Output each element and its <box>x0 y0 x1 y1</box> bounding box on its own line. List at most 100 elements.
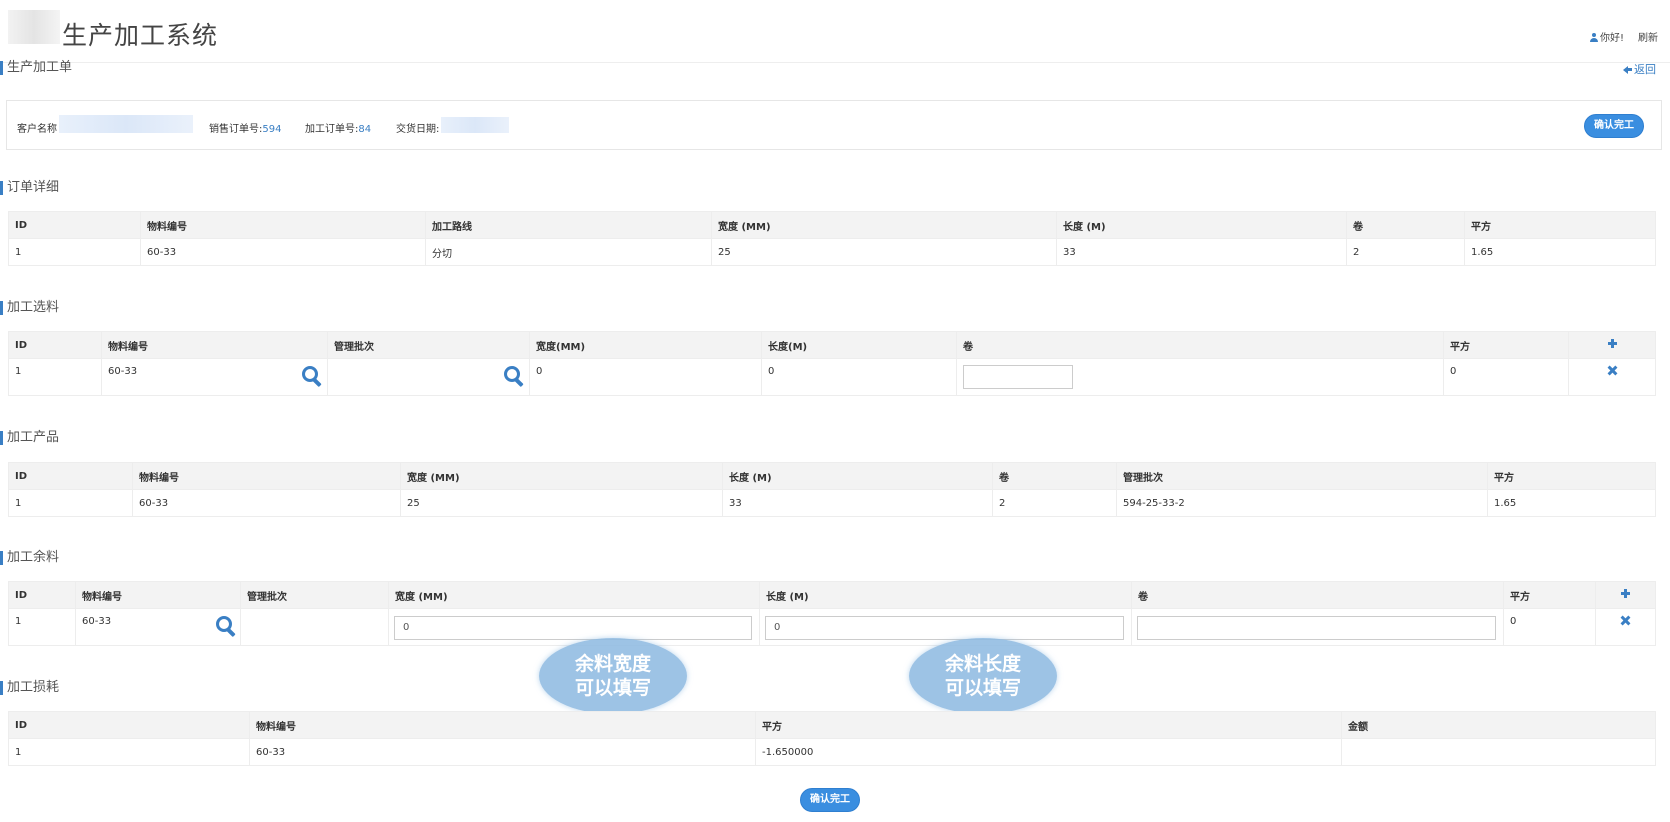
table-row: 1 60-33 -1.650000 <box>8 738 1656 766</box>
table-row: 1 60-33 0 0 0 <box>8 358 1656 396</box>
delivery-date-redacted <box>441 117 509 133</box>
table-header-row: ID 物料编号 平方 金额 <box>8 711 1656 739</box>
col-material: 物料编号 <box>75 581 241 609</box>
col-material: 物料编号 <box>249 711 756 739</box>
user-greeting[interactable]: 你好! <box>1589 29 1624 44</box>
col-material: 物料编号 <box>140 211 426 239</box>
col-rolls: 卷 <box>1346 211 1465 239</box>
add-row-button[interactable] <box>1568 331 1656 359</box>
cell-id: 1 <box>8 608 76 646</box>
delete-row-button[interactable] <box>1595 608 1656 646</box>
callout-text: 余料长度 <box>944 653 1021 675</box>
col-batch: 管理批次 <box>327 331 530 359</box>
callout-text: 可以填写 <box>944 677 1021 699</box>
section-order-detail: 订单详细 <box>0 181 59 195</box>
col-area: 平方 <box>1503 581 1596 609</box>
cell-route: 分切 <box>425 238 712 266</box>
cell-width: 0 <box>529 358 762 396</box>
col-id: ID <box>8 331 102 359</box>
col-width: 宽度 (MM) <box>711 211 1057 239</box>
refresh-link[interactable]: 刷新 <box>1638 29 1658 44</box>
cell-id: 1 <box>8 489 133 517</box>
section-remainder: 加工余料 <box>0 551 59 565</box>
back-link[interactable]: 返回 <box>1623 61 1656 77</box>
cell-width: 25 <box>711 238 1057 266</box>
col-length: 长度 (M) <box>759 581 1132 609</box>
page-title: 生产加工单 <box>0 61 72 75</box>
col-area: 平方 <box>1464 211 1656 239</box>
delete-row-button[interactable] <box>1568 358 1656 396</box>
cell-batch: 594-25-33-2 <box>1116 489 1488 517</box>
col-material: 物料编号 <box>101 331 328 359</box>
col-width: 宽度 (MM) <box>400 462 723 490</box>
col-id: ID <box>8 581 76 609</box>
section-material-selection: 加工选料 <box>0 301 59 315</box>
confirm-complete-button-top[interactable]: 确认完工 <box>1584 114 1644 138</box>
cell-batch <box>240 608 389 646</box>
cell-area: 0 <box>1503 608 1596 646</box>
material-search-icon[interactable] <box>216 616 236 636</box>
cell-area: 1.65 <box>1487 489 1656 517</box>
customer-name: 客户名称 <box>17 124 57 135</box>
col-id: ID <box>8 462 133 490</box>
cell-material: 60-33 <box>140 238 426 266</box>
products-table: ID 物料编号 宽度 (MM) 长度 (M) 卷 管理批次 平方 1 60-33… <box>8 462 1656 517</box>
cell-area: 1.65 <box>1464 238 1656 266</box>
col-amount: 金额 <box>1341 711 1656 739</box>
col-width: 宽度 (MM) <box>388 581 760 609</box>
remainder-width-input[interactable]: 0 <box>394 616 752 640</box>
cell-id: 1 <box>8 358 102 396</box>
cell-material: 60-33 <box>101 358 328 396</box>
callout-text: 余料宽度 <box>574 653 651 675</box>
plus-icon <box>1607 339 1617 348</box>
col-length: 长度 (M) <box>722 462 993 490</box>
remainder-rolls-input[interactable] <box>1137 616 1496 640</box>
cell-length: 0 <box>761 358 957 396</box>
col-route: 加工路线 <box>425 211 712 239</box>
cell-area: 0 <box>1443 358 1569 396</box>
col-id: ID <box>8 711 250 739</box>
arrow-left-icon <box>1623 65 1632 74</box>
greeting-text: 你好! <box>1599 33 1624 44</box>
customer-name-redacted <box>59 115 193 133</box>
section-loss: 加工损耗 <box>0 681 59 695</box>
cell-id: 1 <box>8 238 141 266</box>
user-area: 你好! 刷新 <box>1589 29 1658 44</box>
app-title: 生产加工系统 <box>62 21 219 50</box>
cell-length: 33 <box>722 489 993 517</box>
rolls-input[interactable] <box>963 365 1073 389</box>
col-area: 平方 <box>755 711 1342 739</box>
delete-icon <box>1621 616 1630 625</box>
cell-batch <box>327 358 530 396</box>
col-id: ID <box>8 211 141 239</box>
cell-rolls: 2 <box>1346 238 1465 266</box>
order-info-box: 客户名称 销售订单号:594 加工订单号:84 交货日期: <box>6 100 1662 150</box>
header-divider <box>0 62 1670 63</box>
col-rolls: 卷 <box>1131 581 1504 609</box>
table-header-row: ID 物料编号 加工路线 宽度 (MM) 长度 (M) 卷 平方 <box>8 211 1656 239</box>
plus-icon <box>1621 589 1630 598</box>
table-row: 1 60-33 分切 25 33 2 1.65 <box>8 238 1656 266</box>
add-row-button[interactable] <box>1595 581 1656 609</box>
col-batch: 管理批次 <box>240 581 389 609</box>
callout-text: 可以填写 <box>574 677 651 699</box>
col-length: 长度 (M) <box>1056 211 1347 239</box>
material-search-icon[interactable] <box>302 366 322 386</box>
remainder-length-input[interactable]: 0 <box>765 616 1124 640</box>
confirm-complete-button-bottom[interactable]: 确认完工 <box>800 788 860 812</box>
col-area: 平方 <box>1443 331 1569 359</box>
top-header: 生产加工系统 你好! 刷新 <box>0 0 1670 62</box>
batch-search-icon[interactable] <box>504 366 524 386</box>
col-rolls: 卷 <box>992 462 1117 490</box>
user-icon <box>1589 33 1598 42</box>
col-length: 长度(M) <box>761 331 957 359</box>
back-label: 返回 <box>1634 63 1656 76</box>
col-batch: 管理批次 <box>1116 462 1488 490</box>
table-header-row: ID 物料编号 宽度 (MM) 长度 (M) 卷 管理批次 平方 <box>8 462 1656 490</box>
logo <box>8 10 60 44</box>
loss-table: ID 物料编号 平方 金额 1 60-33 -1.650000 <box>8 711 1656 766</box>
col-rolls: 卷 <box>956 331 1444 359</box>
delivery-date: 交货日期: <box>396 124 440 135</box>
order-detail-table: ID 物料编号 加工路线 宽度 (MM) 长度 (M) 卷 平方 1 60-33… <box>8 211 1656 266</box>
table-header-row: ID 物料编号 管理批次 宽度 (MM) 长度 (M) 卷 平方 <box>8 581 1656 609</box>
